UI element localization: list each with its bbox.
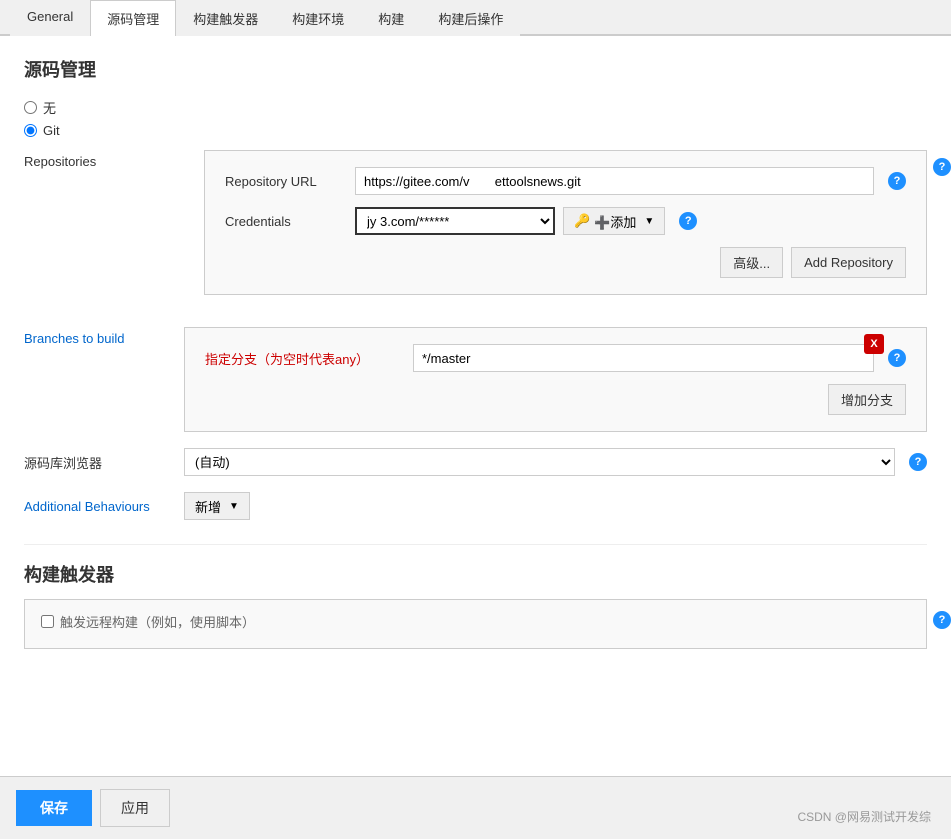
branch-input-wrap: X [413, 344, 874, 372]
radio-git-input[interactable] [24, 124, 37, 137]
apply-button[interactable]: 应用 [100, 789, 170, 827]
new-behaviour-chevron-icon: ▼ [229, 501, 239, 512]
tab-source[interactable]: 源码管理 [90, 0, 176, 36]
add-branch-button[interactable]: 增加分支 [828, 384, 906, 415]
add-credentials-button[interactable]: 🔑 ➕添加 ▼ [563, 207, 665, 235]
repositories-help-icon[interactable]: ? [933, 158, 951, 176]
trigger-form: 触发远程构建（例如，使用脚本） [24, 599, 927, 649]
key-icon: 🔑 [574, 213, 590, 229]
additional-row: Additional Behaviours 新增 ▼ [24, 492, 927, 520]
radio-git: Git [24, 123, 927, 138]
repositories-form: Repository URL ? Credentials jy 3.com/**… [204, 150, 927, 295]
branches-buttons-row: 增加分支 [205, 384, 906, 415]
advanced-button[interactable]: 高级... [720, 247, 783, 278]
url-help-icon[interactable]: ? [888, 172, 906, 190]
credentials-row: Credentials jy 3.com/****** 🔑 ➕添加 ▼ [225, 207, 906, 235]
section-divider [24, 544, 927, 545]
branches-label: Branches to build [24, 327, 184, 346]
url-label: Repository URL [225, 174, 355, 189]
add-repository-button[interactable]: Add Repository [791, 247, 906, 278]
trigger-checkbox[interactable] [41, 615, 54, 628]
branch-help-icon[interactable]: ? [888, 349, 906, 367]
url-input[interactable] [355, 167, 874, 195]
radio-none-label: 无 [43, 98, 56, 117]
new-behaviour-button[interactable]: 新增 ▼ [184, 492, 250, 520]
trigger-row: 触发远程构建（例如，使用脚本） [41, 612, 910, 631]
trigger-label: 触发远程构建（例如，使用脚本） [60, 612, 255, 631]
repositories-row: Repositories Repository URL ? Credential… [24, 150, 927, 311]
branches-body: 指定分支（为空时代表any） X ? 增加分支 [184, 327, 927, 432]
trigger-body: 触发远程构建（例如，使用脚本） ? [24, 599, 927, 649]
tab-build[interactable]: 构建 [361, 0, 421, 36]
repositories-label: Repositories [24, 150, 184, 169]
radio-group: 无 Git [24, 98, 927, 138]
tab-general[interactable]: General [10, 0, 90, 36]
repositories-body: Repository URL ? Credentials jy 3.com/**… [184, 150, 927, 311]
branches-row: Branches to build 指定分支（为空时代表any） X ? 增加分… [24, 327, 927, 432]
watermark: CSDN @网易测试开发综 [797, 808, 931, 825]
tab-env[interactable]: 构建环境 [275, 0, 361, 36]
branch-input[interactable] [413, 344, 874, 372]
browser-select-wrap: (自动) ? [184, 448, 927, 476]
radio-none-input[interactable] [24, 101, 37, 114]
branch-field-row: 指定分支（为空时代表any） X ? [205, 344, 906, 372]
remove-branch-button[interactable]: X [864, 334, 884, 354]
credentials-label: Credentials [225, 214, 355, 229]
tab-trigger[interactable]: 构建触发器 [176, 0, 275, 36]
repo-buttons-row: 高级... Add Repository [225, 247, 906, 278]
credentials-help-icon[interactable]: ? [679, 212, 697, 230]
trigger-help-icon[interactable]: ? [933, 611, 951, 629]
browser-row: 源码库浏览器 (自动) ? [24, 448, 927, 476]
browser-label: 源码库浏览器 [24, 453, 184, 472]
url-row: Repository URL ? [225, 167, 906, 195]
main-content: 源码管理 无 Git Repositories Repository URL ? [0, 36, 951, 836]
section2-title: 构建触发器 [24, 561, 927, 587]
page-title: 源码管理 [24, 56, 927, 82]
browser-select[interactable]: (自动) [184, 448, 895, 476]
additional-label: Additional Behaviours [24, 499, 184, 514]
chevron-down-icon: ▼ [644, 216, 654, 227]
branches-form: 指定分支（为空时代表any） X ? 增加分支 [184, 327, 927, 432]
add-credentials-label: ➕添加 [594, 212, 636, 231]
radio-none: 无 [24, 98, 927, 117]
browser-help-icon[interactable]: ? [909, 453, 927, 471]
save-button[interactable]: 保存 [16, 790, 92, 826]
tab-post[interactable]: 构建后操作 [421, 0, 520, 36]
radio-git-label: Git [43, 123, 60, 138]
credentials-controls: jy 3.com/****** 🔑 ➕添加 ▼ [355, 207, 665, 235]
trigger-section-row: 触发远程构建（例如，使用脚本） ? [24, 599, 927, 649]
tab-bar: General 源码管理 构建触发器 构建环境 构建 构建后操作 [0, 0, 951, 36]
branch-field-label: 指定分支（为空时代表any） [205, 349, 405, 368]
credentials-select[interactable]: jy 3.com/****** [355, 207, 555, 235]
new-behaviour-label: 新增 [195, 497, 221, 516]
